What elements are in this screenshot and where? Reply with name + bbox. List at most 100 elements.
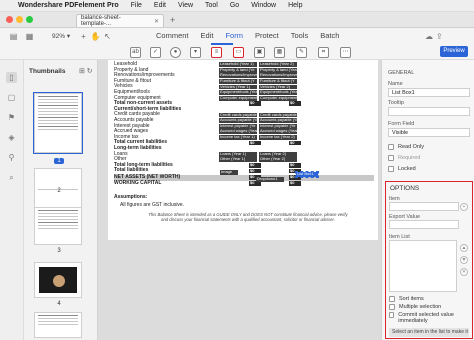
form-text-field[interactable]: Computer equipment: [219, 95, 257, 101]
page-thumbnail-3[interactable]: [34, 207, 82, 245]
commit-selected-checkbox[interactable]: Commit selected value immediately: [389, 312, 469, 324]
bookmark-icon[interactable]: ⚑: [6, 112, 17, 123]
radio-button-tool-icon[interactable]: ●: [170, 47, 181, 58]
image-field[interactable]: Image: [220, 170, 238, 175]
tab-comment[interactable]: Comment: [156, 31, 189, 40]
sort-items-checkbox[interactable]: Sort items: [389, 296, 424, 302]
export-value-input[interactable]: [389, 220, 459, 229]
tab-edit[interactable]: Edit: [201, 31, 214, 40]
select-tool-icon[interactable]: ↖: [102, 31, 113, 42]
form-text-field[interactable]: Accounts payable (Ye: [219, 118, 257, 124]
form-text-field[interactable]: Income tax (Year 1): [219, 135, 257, 140]
form-text-field[interactable]: Equipment/tools (Yea: [259, 90, 297, 96]
form-text-field[interactable]: Vehicles (Year 2): [259, 84, 297, 90]
multiple-selection-checkbox[interactable]: Multiple selection: [389, 304, 441, 310]
form-text-field[interactable]: Interest payable (Ye: [219, 123, 257, 129]
form-text-field[interactable]: $0: [289, 140, 301, 146]
layers-icon[interactable]: ◈: [6, 132, 17, 143]
form-text-field[interactable]: Property & land (Yea: [259, 67, 297, 73]
form-text-field[interactable]: Leasehold (Year 1): [219, 62, 257, 68]
name-input[interactable]: List Box1: [388, 88, 470, 97]
item-input[interactable]: [389, 202, 459, 211]
thumbnails-icon[interactable]: ▯: [6, 72, 17, 83]
form-text-field[interactable]: $0: [249, 140, 261, 146]
menu-file[interactable]: File: [131, 2, 142, 9]
hand-tool-icon[interactable]: ✋: [90, 31, 101, 42]
document-canvas[interactable]: Leasehold Leasehold (Year 1) Leasehold (Ye…: [98, 60, 381, 340]
form-text-field[interactable]: Furniture & fitout (Y: [219, 79, 257, 84]
app-name[interactable]: Wondershare PDFelement Pro: [18, 2, 119, 9]
form-text-field[interactable]: $0: [249, 163, 261, 168]
add-tab-icon[interactable]: +: [170, 15, 175, 25]
menu-go[interactable]: Go: [230, 2, 239, 9]
form-text-field[interactable]: Accrued wages (Year: [259, 129, 297, 135]
move-down-icon[interactable]: ▼: [460, 256, 468, 264]
page-thumbnail-5[interactable]: [34, 312, 82, 338]
locked-checkbox[interactable]: Locked: [388, 166, 416, 172]
tab-form[interactable]: Form: [225, 31, 243, 40]
page-thumbnail-1[interactable]: [33, 92, 83, 154]
read-only-checkbox[interactable]: Read Only: [388, 144, 424, 150]
tooltip-input[interactable]: [388, 107, 470, 116]
preview-button[interactable]: Preview: [440, 46, 468, 57]
form-text-field[interactable]: $0: [289, 101, 301, 107]
working-capital-year2[interactable]: $0: [289, 181, 301, 187]
item-list-box[interactable]: [389, 240, 457, 292]
sidebar-toggle-icon[interactable]: ▤: [8, 31, 19, 42]
dropdown-field[interactable]: Dropdown1: [256, 177, 284, 182]
search-icon[interactable]: ⌕: [6, 172, 17, 183]
required-checkbox[interactable]: Required: [388, 155, 420, 161]
menu-edit[interactable]: Edit: [154, 2, 166, 9]
form-text-field[interactable]: Loans (Year 2): [259, 151, 297, 157]
button-tool-icon[interactable]: ▭: [233, 47, 244, 58]
form-text-field[interactable]: Other (Year 2): [259, 157, 297, 163]
form-text-field[interactable]: Credit cards payable: [259, 112, 297, 118]
menu-tool[interactable]: Tool: [205, 2, 218, 9]
form-text-field[interactable]: Equipment/tools (Yea: [219, 90, 257, 96]
form-text-field[interactable]: Credit cards payable: [219, 112, 257, 118]
form-text-field[interactable]: $0: [289, 163, 301, 168]
form-text-field[interactable]: Renovations/improvem: [219, 73, 257, 79]
date-field-tool-icon[interactable]: ▦: [274, 47, 285, 58]
form-text-field[interactable]: Property & land (Ye: [219, 67, 257, 73]
form-text-field[interactable]: $0: [249, 101, 261, 107]
list-box-tool-icon[interactable]: ≡: [211, 47, 222, 58]
form-text-field[interactable]: Computer equipment: [259, 95, 297, 101]
add-item-icon[interactable]: +: [460, 203, 468, 211]
form-text-field[interactable]: Renovations/improvem: [259, 73, 297, 79]
form-text-field[interactable]: Leasehold (Year 2): [259, 62, 297, 68]
document-tab[interactable]: balance-sheet-template-... ✕: [76, 14, 164, 27]
form-text-field[interactable]: Other (Year 1): [219, 157, 257, 163]
form-more-icon[interactable]: ⋯: [340, 47, 351, 58]
tab-tools[interactable]: Tools: [291, 31, 309, 40]
form-text-field[interactable]: Furniture & fitout (Y: [259, 79, 297, 84]
combo-box-tool-icon[interactable]: ▾: [190, 47, 201, 58]
list-box-field[interactable]: List Box1: [295, 171, 319, 178]
thumbnail-options-icon[interactable]: ⊞ ↻: [79, 67, 93, 75]
recognize-form-icon[interactable]: ⌗: [318, 47, 329, 58]
close-tab-icon[interactable]: ✕: [154, 18, 159, 25]
form-text-field[interactable]: Loans (Year 1): [219, 151, 257, 157]
attachment-icon[interactable]: ⚲: [6, 152, 17, 163]
zoom-in-icon[interactable]: +: [78, 31, 89, 42]
form-text-field[interactable]: $0: [249, 168, 261, 174]
cloud-icon[interactable]: ☁: [425, 32, 433, 41]
zoom-window-button[interactable]: [26, 16, 33, 23]
checkbox-tool-icon[interactable]: ✓: [150, 47, 161, 58]
menu-help[interactable]: Help: [288, 2, 302, 9]
delete-item-icon[interactable]: ✕: [460, 268, 468, 276]
form-text-field[interactable]: Accrued wages (Year: [219, 129, 257, 135]
minimize-window-button[interactable]: [16, 16, 23, 23]
move-up-icon[interactable]: ▲: [460, 244, 468, 252]
form-text-field[interactable]: Interest payable (Ye: [259, 123, 297, 129]
signature-field-tool-icon[interactable]: ✎: [296, 47, 307, 58]
form-text-field[interactable]: Income tax (Year 2): [259, 135, 297, 140]
form-text-field[interactable]: Vehicles (Year 1): [219, 84, 257, 90]
share-icon[interactable]: ⇪: [436, 32, 443, 41]
tab-batch[interactable]: Batch: [320, 31, 339, 40]
text-field-tool-icon[interactable]: ab: [130, 47, 141, 58]
menu-window[interactable]: Window: [251, 2, 276, 9]
image-field-tool-icon[interactable]: ▣: [254, 47, 265, 58]
zoom-level[interactable]: 92% ▾: [52, 32, 70, 40]
working-capital-year1[interactable]: $0: [249, 181, 261, 187]
